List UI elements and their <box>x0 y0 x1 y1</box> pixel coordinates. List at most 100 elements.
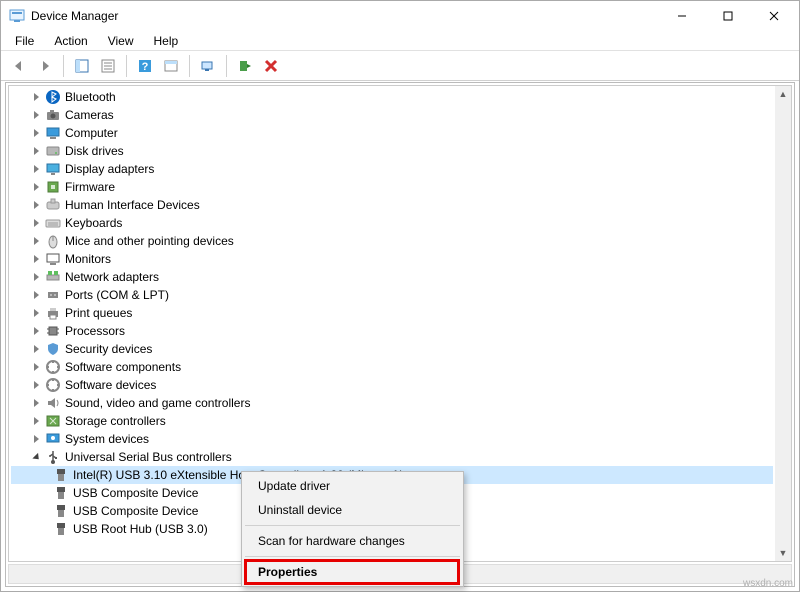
menu-action[interactable]: Action <box>44 32 97 50</box>
context-uninstall-device[interactable]: Uninstall device <box>244 498 461 522</box>
tree-item[interactable]: Processors <box>11 322 773 340</box>
hid-icon <box>45 197 61 213</box>
software-icon <box>45 377 61 393</box>
sound-icon <box>45 395 61 411</box>
enable-device-button[interactable] <box>233 54 257 78</box>
tree-item[interactable]: Computer <box>11 124 773 142</box>
tree-item[interactable]: Ports (COM & LPT) <box>11 286 773 304</box>
tree-item[interactable]: Display adapters <box>11 160 773 178</box>
firmware-icon <box>45 179 61 195</box>
expand-caret-icon[interactable] <box>29 180 43 194</box>
show-hide-tree-button[interactable] <box>70 54 94 78</box>
menu-help[interactable]: Help <box>144 32 189 50</box>
expand-caret-icon[interactable] <box>29 306 43 320</box>
expand-caret-icon[interactable] <box>29 432 43 446</box>
tree-item-label: Cameras <box>65 108 114 122</box>
tree-item[interactable]: Software devices <box>11 376 773 394</box>
port-icon <box>45 287 61 303</box>
context-menu: Update driver Uninstall device Scan for … <box>241 471 464 587</box>
tree-item-label: Monitors <box>65 252 111 266</box>
menu-view[interactable]: View <box>98 32 144 50</box>
usb-connector-icon <box>53 503 69 519</box>
tree-item-label: System devices <box>65 432 149 446</box>
tree-item-label: USB Root Hub (USB 3.0) <box>73 522 208 536</box>
expand-caret-icon[interactable] <box>29 378 43 392</box>
uninstall-toolbar-button[interactable] <box>259 54 283 78</box>
tree-item[interactable]: Software components <box>11 358 773 376</box>
expand-caret-icon[interactable] <box>29 144 43 158</box>
scroll-up-arrow[interactable]: ▲ <box>775 86 791 102</box>
tree-item-label: Print queues <box>65 306 132 320</box>
tree-item[interactable]: Cameras <box>11 106 773 124</box>
tree-item[interactable]: Network adapters <box>11 268 773 286</box>
tree-item[interactable]: Firmware <box>11 178 773 196</box>
tree-item[interactable]: Storage controllers <box>11 412 773 430</box>
forward-button[interactable] <box>33 54 57 78</box>
context-scan-hardware[interactable]: Scan for hardware changes <box>244 529 461 553</box>
scan-hardware-button[interactable] <box>196 54 220 78</box>
display-icon <box>45 161 61 177</box>
software-icon <box>45 359 61 375</box>
tree-item-label: Ports (COM & LPT) <box>65 288 169 302</box>
tree-item-label: Universal Serial Bus controllers <box>65 450 232 464</box>
mouse-icon <box>45 233 61 249</box>
tree-item-label: Software devices <box>65 378 156 392</box>
menu-file[interactable]: File <box>5 32 44 50</box>
tree-item-label: USB Composite Device <box>73 486 198 500</box>
usb-connector-icon <box>53 485 69 501</box>
tree-item-label: Security devices <box>65 342 152 356</box>
collapse-caret-icon[interactable] <box>29 450 43 464</box>
expand-caret-icon[interactable] <box>29 108 43 122</box>
expand-caret-icon[interactable] <box>29 414 43 428</box>
tree-item[interactable]: Disk drives <box>11 142 773 160</box>
tree-item-label: Human Interface Devices <box>65 198 200 212</box>
svg-text:?: ? <box>142 61 149 73</box>
properties-toolbar-button[interactable] <box>96 54 120 78</box>
context-update-driver[interactable]: Update driver <box>244 474 461 498</box>
expand-caret-icon[interactable] <box>29 90 43 104</box>
expand-caret-icon[interactable] <box>29 162 43 176</box>
expand-caret-icon[interactable] <box>29 252 43 266</box>
tree-item[interactable]: Keyboards <box>11 214 773 232</box>
tree-item[interactable]: Mice and other pointing devices <box>11 232 773 250</box>
back-button[interactable] <box>7 54 31 78</box>
tree-item-usb-controllers[interactable]: Universal Serial Bus controllers <box>11 448 773 466</box>
minimize-button[interactable] <box>659 1 705 31</box>
tree-item-label: Software components <box>65 360 181 374</box>
expand-caret-icon[interactable] <box>29 360 43 374</box>
monitor-icon <box>45 251 61 267</box>
tree-item[interactable]: Monitors <box>11 250 773 268</box>
expand-caret-icon[interactable] <box>29 198 43 212</box>
vertical-scrollbar[interactable]: ▲ ▼ <box>775 86 791 561</box>
tree-item[interactable]: Bluetooth <box>11 88 773 106</box>
tree-item-label: Bluetooth <box>65 90 116 104</box>
tree-item[interactable]: Sound, video and game controllers <box>11 394 773 412</box>
tree-item[interactable]: Security devices <box>11 340 773 358</box>
tree-item[interactable]: System devices <box>11 430 773 448</box>
expand-caret-icon[interactable] <box>29 126 43 140</box>
tree-item[interactable]: Human Interface Devices <box>11 196 773 214</box>
help-button[interactable]: ? <box>133 54 157 78</box>
context-separator <box>245 556 460 557</box>
expand-caret-icon[interactable] <box>29 396 43 410</box>
maximize-button[interactable] <box>705 1 751 31</box>
usb-connector-icon <box>53 467 69 483</box>
context-properties[interactable]: Properties <box>244 560 461 584</box>
title-bar: Device Manager <box>1 1 799 31</box>
expand-caret-icon[interactable] <box>29 234 43 248</box>
context-separator <box>245 525 460 526</box>
close-button[interactable] <box>751 1 797 31</box>
action-toolbar-button[interactable] <box>159 54 183 78</box>
tree-item-label: Storage controllers <box>65 414 166 428</box>
tree-item-label: Firmware <box>65 180 115 194</box>
expand-caret-icon[interactable] <box>29 270 43 284</box>
tree-item[interactable]: Print queues <box>11 304 773 322</box>
expand-caret-icon[interactable] <box>29 342 43 356</box>
expand-caret-icon[interactable] <box>29 288 43 302</box>
scroll-down-arrow[interactable]: ▼ <box>775 545 791 561</box>
printer-icon <box>45 305 61 321</box>
security-icon <box>45 341 61 357</box>
expand-caret-icon[interactable] <box>29 324 43 338</box>
expand-caret-icon[interactable] <box>29 216 43 230</box>
computer-icon <box>45 125 61 141</box>
